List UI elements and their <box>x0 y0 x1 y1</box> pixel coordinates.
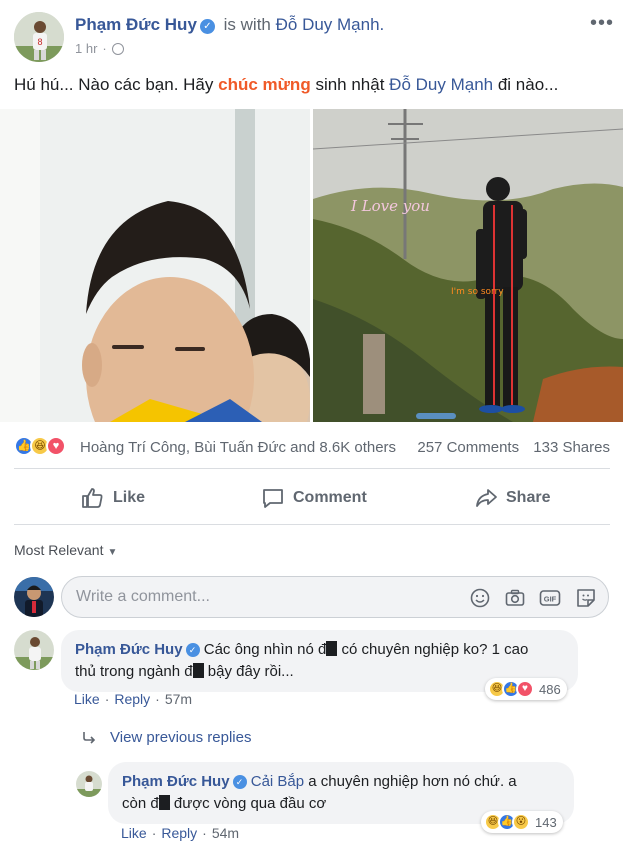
comment-time[interactable]: 57m <box>165 691 192 707</box>
photo-caption-sorry: I'm so sorry <box>451 287 504 297</box>
divider <box>14 524 610 525</box>
verified-badge-icon: ✓ <box>232 775 247 789</box>
wow-reaction-icon: 😮 <box>512 813 530 831</box>
verified-badge-icon: ✓ <box>199 19 215 34</box>
commenter-avatar[interactable] <box>14 630 54 670</box>
comment-reactions[interactable]: 😆 👍 ♥ 486 <box>485 678 567 700</box>
reply-actions: Like · Reply · 54m <box>121 825 240 841</box>
love-reaction-icon: ♥ <box>46 436 66 456</box>
love-reaction-icon: ♥ <box>516 680 534 698</box>
viewer-avatar[interactable] <box>14 577 54 617</box>
reply-like-link[interactable]: Like <box>121 825 147 841</box>
verified-badge-icon: ✓ <box>185 643 200 657</box>
svg-text:8: 8 <box>37 37 42 47</box>
reaction-count: 143 <box>535 814 557 830</box>
author-avatar[interactable]: 8 <box>14 12 64 62</box>
censor-block <box>158 795 170 810</box>
like-button[interactable]: Like <box>81 484 145 512</box>
gif-icon[interactable]: GIF <box>539 587 561 609</box>
post-photo-left[interactable] <box>0 109 310 422</box>
post-meta: 1 hr · <box>75 41 124 56</box>
comment-author[interactable]: Phạm Đức Huy ✓ <box>75 641 200 658</box>
reactors-text[interactable]: Hoàng Trí Công, Bùi Tuấn Đức and 8.6K ot… <box>80 439 396 456</box>
reactions-summary: 👍 😆 ♥ Hoàng Trí Công, Bùi Tuấn Đức and 8… <box>14 436 610 460</box>
post-photo-right[interactable]: I Love you I'm so sorry <box>313 109 623 422</box>
more-options-button[interactable]: ••• <box>590 12 614 35</box>
comment-like-link[interactable]: Like <box>74 691 100 707</box>
comment-icon <box>263 489 283 508</box>
share-button[interactable]: Share <box>474 484 550 512</box>
censor-block <box>192 663 204 678</box>
reaction-icons[interactable]: 👍 😆 ♥ <box>14 436 66 456</box>
reply-author-avatar[interactable] <box>76 771 102 797</box>
avatar-photo <box>76 771 102 797</box>
emoji-icon[interactable] <box>469 587 491 609</box>
highlighted-text: chúc mừng <box>218 75 311 94</box>
comment-reply-link[interactable]: Reply <box>114 691 150 707</box>
post-header: 8 Phạm Đức Huy ✓ is with Đỗ Duy Mạnh. 1 h… <box>14 12 614 62</box>
reply-author[interactable]: Phạm Đức Huy ✓ <box>122 773 247 790</box>
share-icon <box>476 489 497 507</box>
author-line: Phạm Đức Huy ✓ is with Đỗ Duy Mạnh. <box>75 15 384 35</box>
share-count[interactable]: 133 Shares <box>533 439 610 456</box>
tagged-user-link[interactable]: Đỗ Duy Mạnh. <box>276 15 385 34</box>
photo-caption-love: I Love you <box>350 197 430 215</box>
avatar-photo <box>14 577 54 617</box>
svg-text:GIF: GIF <box>544 595 557 604</box>
globe-icon[interactable] <box>111 42 124 55</box>
engagement-counts: 257 Comments 133 Shares <box>417 439 610 456</box>
caret-down-icon: ▼ <box>107 547 118 558</box>
thumbs-up-icon <box>82 488 103 508</box>
comment-input[interactable] <box>76 588 456 606</box>
camera-icon[interactable] <box>504 587 526 609</box>
censor-block <box>326 641 338 656</box>
avatar-photo: 8 <box>14 12 64 62</box>
view-previous-replies[interactable]: View previous replies <box>82 729 251 746</box>
reply-arrow-icon <box>83 731 96 744</box>
reply-mention-link[interactable]: Cải Bắp <box>251 773 304 790</box>
post-text: Hú hú... Nào các bạn. Hãy chúc mừng sinh… <box>14 75 559 94</box>
photo-landscape: I Love you I'm so sorry <box>313 109 623 422</box>
reply-reply-link[interactable]: Reply <box>161 825 197 841</box>
comment-sort-dropdown[interactable]: Most Relevant ▼ <box>14 542 117 558</box>
comment-composer[interactable]: GIF <box>61 576 609 618</box>
comment-button[interactable]: Comment <box>261 484 367 512</box>
with-text: is with <box>223 15 271 34</box>
post-time[interactable]: 1 hr <box>75 41 97 56</box>
author-name[interactable]: Phạm Đức Huy <box>75 15 197 34</box>
comment-count[interactable]: 257 Comments <box>417 439 519 456</box>
photo-portrait <box>0 109 310 422</box>
comment-actions: Like · Reply · 57m <box>74 691 193 707</box>
reply-reactions[interactable]: 😆 👍 😮 143 <box>481 811 563 833</box>
sticker-icon[interactable] <box>575 587 597 609</box>
reply-time[interactable]: 54m <box>212 825 239 841</box>
avatar-photo <box>14 630 54 670</box>
divider <box>14 468 610 469</box>
reaction-count: 486 <box>539 681 561 697</box>
mention-link[interactable]: Đỗ Duy Mạnh <box>389 75 493 94</box>
